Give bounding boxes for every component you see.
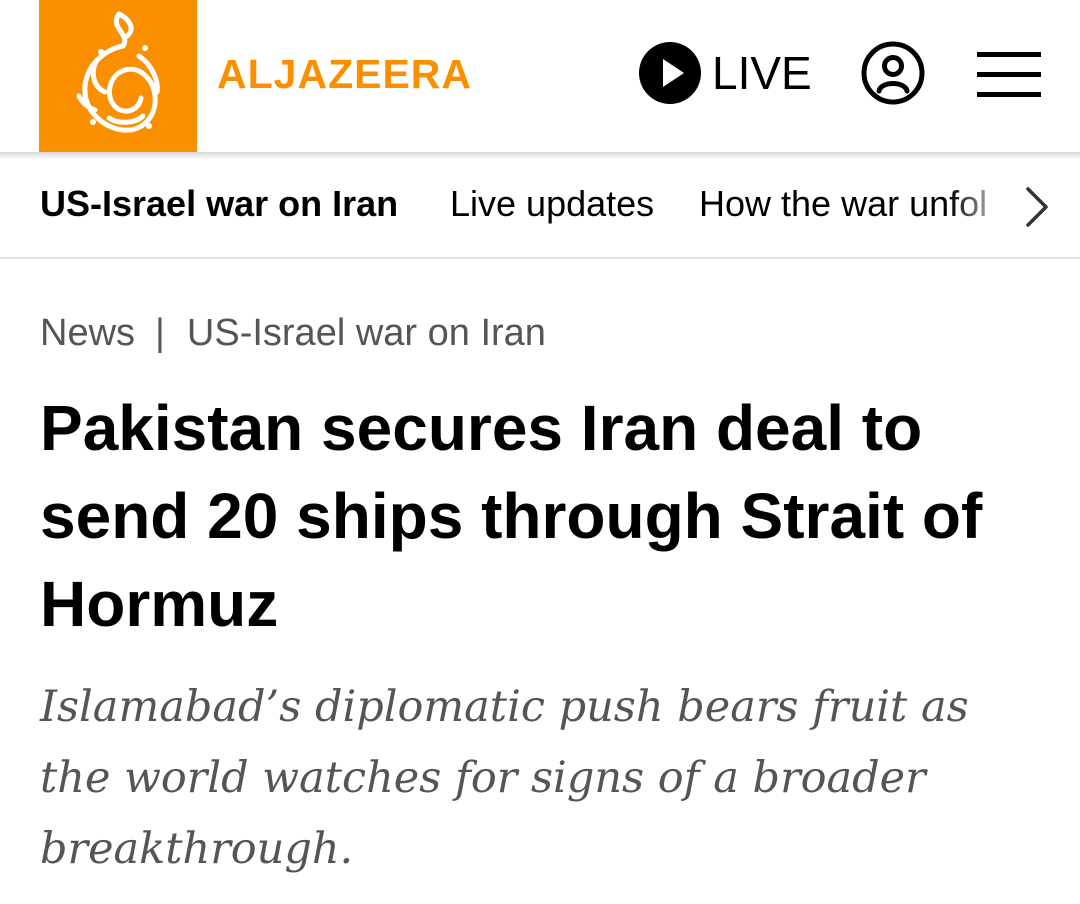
breadcrumb-topic-link[interactable]: US-Israel war on Iran: [187, 312, 546, 354]
live-label: LIVE: [712, 47, 812, 99]
site-header: ALJAZEERA LIVE: [0, 0, 1080, 152]
live-button[interactable]: LIVE: [638, 40, 812, 106]
aljazeera-calligraphy-logo-icon: [76, 11, 160, 133]
topic-nav-item-live-updates[interactable]: Live updates: [450, 181, 654, 227]
header-shadow: [0, 152, 1080, 159]
topic-nav-fade: [950, 159, 1025, 257]
topic-nav: US-Israel war on Iran Live updates How t…: [0, 159, 1080, 259]
breadcrumb-section-link[interactable]: News: [40, 312, 135, 354]
play-circle-icon: [639, 42, 701, 104]
brand-name[interactable]: ALJAZEERA: [217, 50, 472, 98]
logo[interactable]: [39, 0, 197, 152]
account-button[interactable]: [860, 40, 926, 106]
article-subheading: Islamabad’s diplomatic push bears fruit …: [40, 682, 969, 874]
hamburger-menu-icon: [977, 52, 1041, 97]
topic-nav-next-button[interactable]: [1022, 185, 1052, 229]
chevron-right-icon: [1026, 187, 1048, 227]
topic-nav-item-us-israel-war[interactable]: US-Israel war on Iran: [40, 181, 398, 227]
breadcrumb-separator: |: [155, 312, 165, 354]
user-icon: [861, 41, 925, 105]
article-headline: Pakistan secures Iran deal to send 20 sh…: [40, 392, 983, 640]
topic-nav-item-how-the-war-unfolded[interactable]: How the war unfol: [699, 181, 987, 227]
menu-button[interactable]: [975, 48, 1041, 102]
breadcrumb: News | US-Israel war on Iran: [40, 310, 546, 356]
